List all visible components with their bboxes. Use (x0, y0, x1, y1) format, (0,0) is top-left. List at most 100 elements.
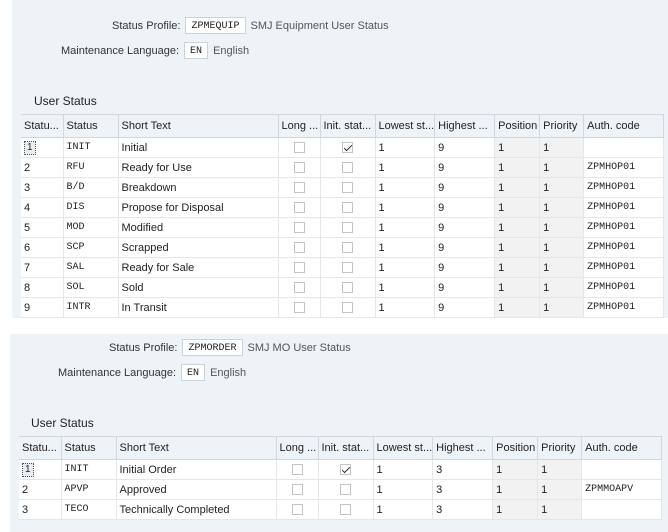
short-text-cell[interactable]: Propose for Disposal (118, 197, 279, 218)
position-cell[interactable]: 1 (494, 297, 541, 318)
highest-status-cell[interactable]: 9 (434, 297, 496, 318)
table-row[interactable]: 5 MOD Modified 1 9 1 1 ZPMHOP01 (21, 217, 665, 238)
lowest-status-cell[interactable]: 1 (375, 297, 436, 318)
status-number-cell[interactable]: 2 (21, 157, 64, 178)
status-profile-field[interactable]: ZPMORDER (182, 339, 243, 356)
col-status-header[interactable]: Status (61, 436, 117, 460)
lowest-status-cell[interactable]: 1 (375, 217, 436, 238)
short-text-cell[interactable]: Approved (116, 479, 277, 500)
auth-code-cell[interactable]: ZPMMOAPV (581, 479, 663, 500)
short-text-cell[interactable]: Initial Order (116, 459, 277, 480)
lowest-status-cell[interactable]: 1 (375, 177, 436, 198)
status-code-cell[interactable]: SCP (63, 237, 119, 258)
position-cell[interactable]: 1 (492, 499, 539, 520)
init-status-checkbox[interactable] (340, 484, 351, 496)
short-text-cell[interactable]: Scrapped (118, 237, 279, 258)
short-text-cell[interactable]: Technically Completed (116, 499, 277, 520)
status-number-cell[interactable]: 9 (21, 297, 64, 318)
init-status-checkbox[interactable] (342, 142, 353, 154)
auth-code-cell[interactable]: ZPMHOP01 (583, 217, 665, 238)
priority-cell[interactable]: 1 (539, 197, 585, 218)
auth-code-cell[interactable]: ZPMHOP01 (583, 157, 665, 178)
init-status-checkbox[interactable] (340, 504, 351, 516)
init-status-checkbox[interactable] (342, 302, 353, 314)
col-position-header[interactable]: Position (492, 436, 539, 460)
short-text-cell[interactable]: Ready for Use (118, 157, 279, 178)
status-number-cell[interactable]: 7 (21, 257, 64, 278)
status-number-cell[interactable]: 3 (19, 499, 62, 520)
status-number-cell[interactable]: 1 (19, 459, 62, 480)
init-status-checkbox[interactable] (340, 464, 351, 476)
position-cell[interactable]: 1 (494, 237, 541, 258)
priority-cell[interactable]: 1 (539, 297, 585, 318)
status-profile-field[interactable]: ZPMEQUIP (185, 17, 246, 34)
col-highest-status-header[interactable]: Highest ... (434, 114, 496, 138)
priority-cell[interactable]: 1 (539, 217, 585, 238)
col-init-status-header[interactable]: Init. stat... (318, 436, 374, 460)
priority-cell[interactable]: 1 (539, 257, 585, 278)
col-status-number-header[interactable]: Statu... (19, 436, 62, 460)
position-cell[interactable]: 1 (494, 177, 541, 198)
init-status-checkbox[interactable] (342, 162, 353, 174)
lowest-status-cell[interactable]: 1 (375, 237, 436, 258)
init-status-checkbox[interactable] (342, 282, 353, 294)
priority-cell[interactable]: 1 (539, 237, 585, 258)
init-status-checkbox[interactable] (342, 182, 353, 194)
table-row[interactable]: 8 SOL Sold 1 9 1 1 ZPMHOP01 (21, 277, 665, 298)
col-init-status-header[interactable]: Init. stat... (320, 114, 376, 138)
init-status-checkbox[interactable] (342, 202, 353, 214)
long-text-checkbox[interactable] (293, 202, 305, 214)
table-row[interactable]: 4 DIS Propose for Disposal 1 9 1 1 ZPMHOP01 (21, 197, 665, 218)
long-text-checkbox[interactable] (293, 182, 305, 194)
short-text-cell[interactable]: Modified (118, 217, 279, 238)
status-code-cell[interactable]: INIT (61, 459, 117, 480)
status-code-cell[interactable]: SAL (63, 257, 119, 278)
col-short-text-header[interactable]: Short Text (116, 436, 277, 460)
priority-cell[interactable]: 1 (539, 277, 585, 298)
position-cell[interactable]: 1 (494, 277, 541, 298)
table-row[interactable]: 1 INIT Initial Order 1 3 1 1 (19, 459, 663, 480)
highest-status-cell[interactable]: 3 (432, 459, 494, 480)
table-row[interactable]: 6 SCP Scrapped 1 9 1 1 ZPMHOP01 (21, 237, 665, 258)
col-status-number-header[interactable]: Statu... (21, 114, 64, 138)
col-lowest-status-header[interactable]: Lowest st... (375, 114, 436, 138)
position-cell[interactable]: 1 (492, 459, 539, 480)
table-row[interactable]: 3 TECO Technically Completed 1 3 1 1 (19, 499, 663, 520)
table-row[interactable]: 1 INIT Initial 1 9 1 1 (21, 137, 665, 158)
lowest-status-cell[interactable]: 1 (375, 137, 436, 158)
col-highest-status-header[interactable]: Highest ... (432, 436, 494, 460)
highest-status-cell[interactable]: 9 (434, 197, 496, 218)
status-number-cell[interactable]: 2 (19, 479, 62, 500)
priority-cell[interactable]: 1 (539, 177, 585, 198)
short-text-cell[interactable]: Sold (118, 277, 279, 298)
position-cell[interactable]: 1 (492, 479, 539, 500)
col-priority-header[interactable]: Priority (537, 436, 583, 460)
auth-code-cell[interactable]: ZPMHOP01 (583, 237, 665, 258)
highest-status-cell[interactable]: 9 (434, 277, 496, 298)
col-lowest-status-header[interactable]: Lowest st... (373, 436, 434, 460)
status-number-value[interactable]: 1 (22, 462, 34, 477)
short-text-cell[interactable]: Initial (118, 137, 279, 158)
col-auth-code-header[interactable]: Auth. code (583, 114, 665, 138)
status-code-cell[interactable]: SOL (63, 277, 119, 298)
highest-status-cell[interactable]: 9 (434, 177, 496, 198)
status-code-cell[interactable]: MOD (63, 217, 119, 238)
long-text-checkbox[interactable] (291, 504, 303, 516)
priority-cell[interactable]: 1 (537, 499, 583, 520)
long-text-checkbox[interactable] (293, 222, 305, 234)
auth-code-cell[interactable]: ZPMHOP01 (583, 177, 665, 198)
priority-cell[interactable]: 1 (537, 479, 583, 500)
long-text-checkbox[interactable] (291, 484, 303, 496)
auth-code-cell[interactable]: ZPMHOP01 (583, 197, 665, 218)
init-status-checkbox[interactable] (342, 242, 353, 254)
priority-cell[interactable]: 1 (537, 459, 583, 480)
lowest-status-cell[interactable]: 1 (375, 277, 436, 298)
position-cell[interactable]: 1 (494, 257, 541, 278)
status-number-cell[interactable]: 4 (21, 197, 64, 218)
long-text-checkbox[interactable] (291, 464, 303, 476)
status-code-cell[interactable]: B/D (63, 177, 119, 198)
lowest-status-cell[interactable]: 1 (375, 197, 436, 218)
auth-code-cell[interactable] (581, 459, 663, 480)
highest-status-cell[interactable]: 9 (434, 137, 496, 158)
short-text-cell[interactable]: In Transit (118, 297, 279, 318)
